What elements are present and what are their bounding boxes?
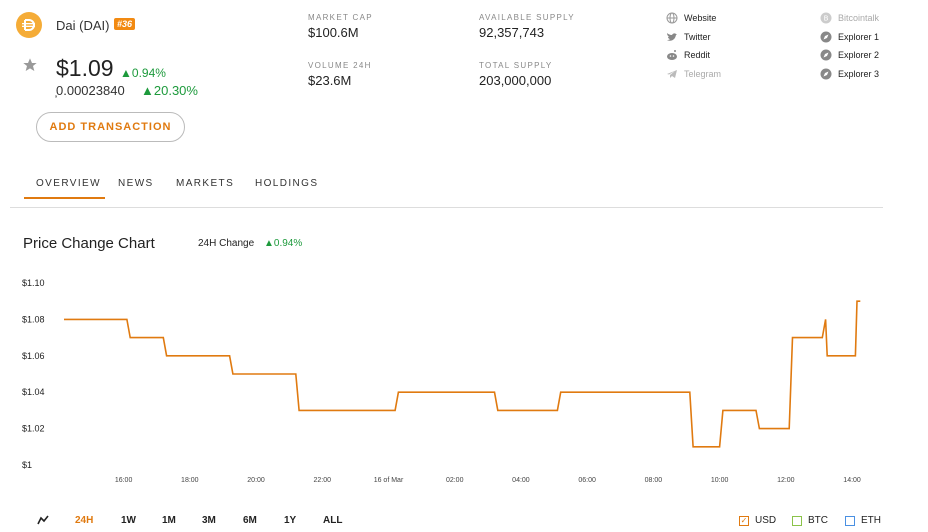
coin-name: Dai (DAI): [56, 18, 110, 33]
market-cap-label: MARKET CAP: [308, 13, 373, 22]
telegram-link[interactable]: Telegram: [666, 68, 721, 80]
add-transaction-button[interactable]: ADD TRANSACTION: [36, 112, 185, 142]
total-supply-value: 203,000,000: [479, 73, 552, 88]
explorer-2-link[interactable]: Explorer 2: [820, 49, 879, 61]
y-tick-label: $1.06: [22, 351, 45, 361]
y-tick-label: $1: [22, 460, 32, 470]
y-tick-label: $1.02: [22, 424, 45, 434]
range-bar: 24H 1W 1M 3M 6M 1Y ALL ✓ USD BTC ETH: [0, 512, 928, 532]
btc-change: ▲20.30%: [141, 83, 198, 98]
website-link[interactable]: Website: [666, 12, 716, 24]
checkbox-checked-icon: ✓: [739, 515, 749, 526]
currency-usd-toggle[interactable]: ✓ USD: [739, 515, 776, 526]
y-tick-label: $1.10: [22, 278, 45, 288]
x-tick-label: 06:00: [578, 477, 596, 484]
x-tick-label: 18:00: [181, 477, 199, 484]
checkbox-icon: [792, 515, 802, 526]
twitter-icon: [666, 31, 678, 43]
btc-price: ̦0.00023840: [56, 83, 125, 98]
x-tick-label: 20:00: [247, 477, 265, 484]
tab-news[interactable]: NEWS: [118, 178, 154, 189]
telegram-icon: [666, 68, 678, 80]
tab-holdings[interactable]: HOLDINGS: [255, 178, 318, 189]
change-24h-label: 24H Change: [198, 238, 255, 249]
coin-price: $1.09: [56, 55, 114, 81]
x-tick-label: 10:00: [711, 477, 729, 484]
range-1m[interactable]: 1M: [162, 515, 176, 526]
bitcointalk-link[interactable]: B Bitcointalk: [820, 12, 879, 24]
compass-icon: [820, 68, 832, 80]
range-all[interactable]: ALL: [323, 515, 342, 526]
y-tick-label: $1.04: [22, 387, 45, 397]
x-tick-label: 16 of Mar: [374, 477, 404, 484]
checkbox-icon: [845, 515, 855, 526]
star-icon[interactable]: [22, 57, 38, 73]
twitter-link[interactable]: Twitter: [666, 31, 711, 43]
x-tick-label: 04:00: [512, 477, 530, 484]
x-tick-label: 16:00: [115, 477, 133, 484]
bitcoin-icon: B: [820, 12, 832, 24]
reddit-link[interactable]: Reddit: [666, 49, 710, 61]
tab-bar: OVERVIEW NEWS MARKETS HOLDINGS: [10, 170, 883, 208]
y-tick-label: $1.08: [22, 314, 45, 324]
currency-btc-toggle[interactable]: BTC: [792, 515, 828, 526]
range-1w[interactable]: 1W: [121, 515, 136, 526]
active-tab-indicator: [24, 197, 105, 199]
rank-badge: #36: [114, 18, 136, 30]
volume-label: VOLUME 24H: [308, 61, 372, 70]
x-tick-label: 08:00: [645, 477, 663, 484]
price-change: ▲0.94%: [120, 66, 166, 80]
range-1y[interactable]: 1Y: [284, 515, 296, 526]
tab-markets[interactable]: MARKETS: [176, 178, 234, 189]
x-tick-label: 22:00: [314, 477, 332, 484]
market-cap-value: $100.6M: [308, 25, 359, 40]
chart-title: Price Change Chart: [23, 235, 155, 252]
price-series-line: [64, 300, 861, 448]
change-24h-value: ▲0.94%: [264, 238, 303, 249]
x-tick-label: 14:00: [843, 477, 861, 484]
chart-type-icon[interactable]: [37, 515, 49, 528]
range-3m[interactable]: 3M: [202, 515, 216, 526]
volume-value: $23.6M: [308, 73, 352, 88]
range-24h[interactable]: 24H: [75, 515, 93, 526]
compass-icon: [820, 31, 832, 43]
dai-logo: [16, 12, 42, 38]
x-tick-label: 02:00: [446, 477, 464, 484]
x-tick-label: 12:00: [777, 477, 795, 484]
available-supply-value: 92,357,743: [479, 25, 545, 40]
price-chart[interactable]: $1.10 $1.08 $1.06 $1.04 $1.02 $1 16:00 18:00 20:…: [0, 270, 928, 490]
currency-eth-toggle[interactable]: ETH: [845, 515, 881, 526]
explorer-3-link[interactable]: Explorer 3: [820, 68, 879, 80]
svg-text:B: B: [824, 15, 829, 23]
reddit-icon: [666, 49, 678, 61]
globe-icon: [666, 12, 678, 24]
explorer-1-link[interactable]: Explorer 1: [820, 31, 879, 43]
total-supply-label: TOTAL SUPPLY: [479, 61, 553, 70]
compass-icon: [820, 49, 832, 61]
available-supply-label: AVAILABLE SUPPLY: [479, 13, 575, 22]
range-6m[interactable]: 6M: [243, 515, 257, 526]
tab-overview[interactable]: OVERVIEW: [36, 178, 101, 189]
